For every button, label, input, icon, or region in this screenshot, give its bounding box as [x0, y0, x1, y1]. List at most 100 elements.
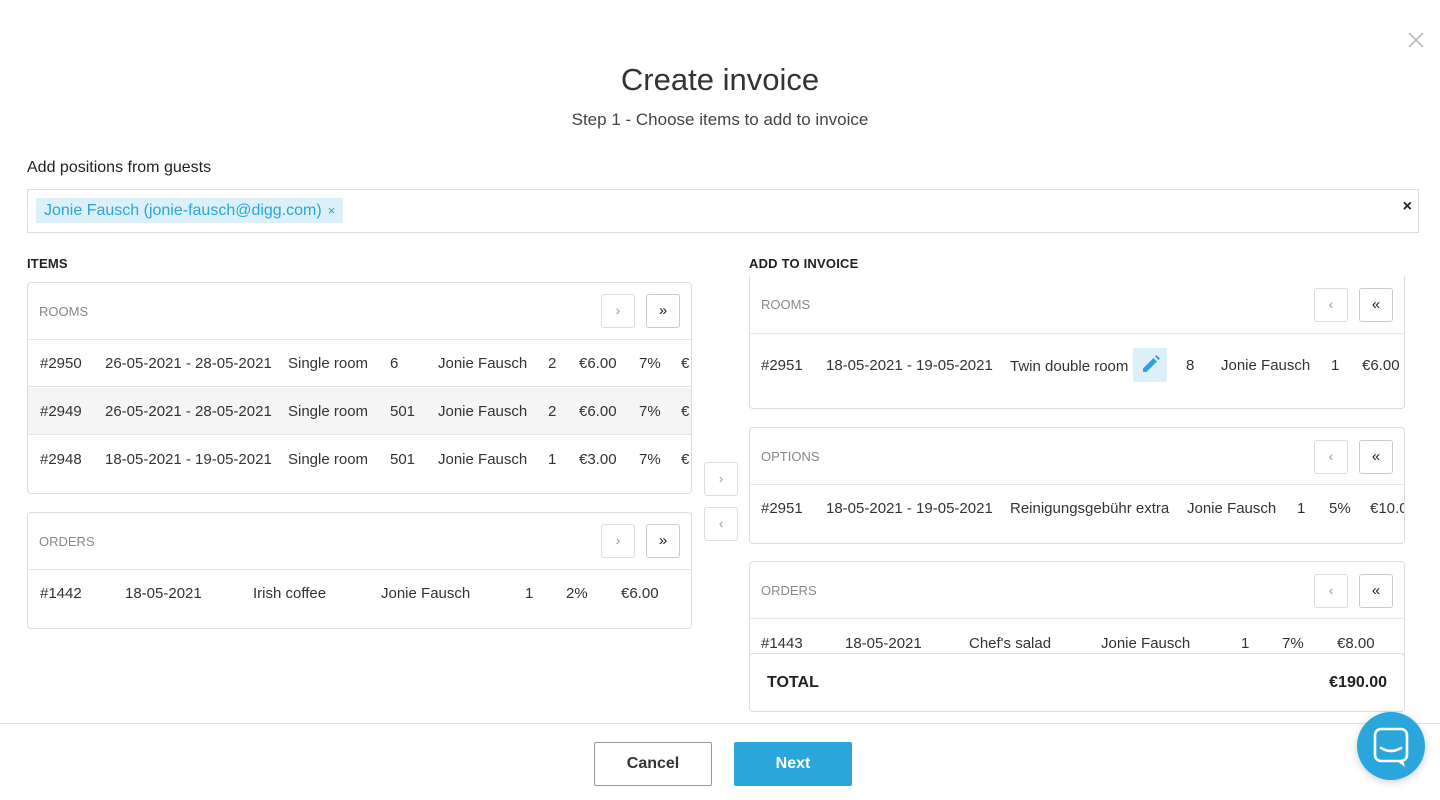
items-rooms-header: ROOMS › »: [28, 283, 691, 340]
row-type: Single room: [288, 451, 369, 468]
row-dates: 18-05-2021 - 19-05-2021: [826, 357, 993, 374]
remove-all-orders-button[interactable]: «: [1359, 574, 1393, 608]
row-qty: 1: [548, 451, 557, 468]
row-qty: 1: [525, 585, 534, 602]
guest-select-field[interactable]: Jonie Fausch (jonie-fausch@digg.com) × ×: [27, 189, 1419, 233]
guests-label: Add positions from guests: [27, 159, 212, 176]
row-total: €: [681, 355, 690, 372]
row-guest: Jonie Fausch: [1221, 357, 1311, 374]
guest-tag-remove-icon[interactable]: ×: [328, 203, 336, 218]
row-guest: Jonie Fausch: [381, 585, 471, 602]
row-guest: Jonie Fausch: [438, 451, 528, 468]
invoice-total-bar: TOTAL €190.00: [749, 653, 1405, 712]
remove-all-rooms-button[interactable]: «: [1359, 288, 1393, 322]
table-row[interactable]: #1442 18-05-2021 Irish coffee Jonie Faus…: [28, 570, 691, 617]
row-total: €: [681, 403, 690, 420]
invoice-rooms-header: ROOMS ‹ «: [750, 276, 1404, 334]
row-id: #2951: [761, 357, 803, 374]
row-price: €10.0: [1370, 500, 1405, 517]
items-rooms-caption: ROOMS: [39, 304, 89, 319]
invoice-section-label: ADD TO INVOICE: [749, 256, 859, 271]
row-tax: 2%: [566, 585, 588, 602]
row-id: #2950: [40, 355, 82, 372]
row-qty: 2: [548, 403, 557, 420]
invoice-orders-header: ORDERS ‹ «: [750, 562, 1404, 619]
row-id: #2949: [40, 403, 82, 420]
items-orders-card: ORDERS › » #1442 18-05-2021 Irish coffee…: [27, 512, 692, 629]
chat-icon: [1373, 727, 1409, 767]
invoice-options-header: OPTIONS ‹ «: [750, 428, 1404, 485]
invoice-rooms-card: ROOMS ‹ « #2951 18-05-2021 - 19-05-2021 …: [749, 276, 1405, 409]
row-item: Reinigungsgebühr extra: [1010, 500, 1170, 517]
row-id: #2951: [761, 500, 803, 517]
row-price: €6.00: [579, 403, 617, 420]
row-room: 501: [390, 403, 416, 420]
row-tax: 7%: [639, 451, 661, 468]
items-rooms-card: ROOMS › » #2950 26-05-2021 - 28-05-2021 …: [27, 282, 692, 494]
invoice-orders-caption: ORDERS: [761, 583, 817, 598]
remove-all-options-button[interactable]: «: [1359, 440, 1393, 474]
items-orders-header: ORDERS › »: [28, 513, 691, 570]
row-date: 18-05-2021: [845, 635, 922, 652]
row-room: 6: [390, 355, 399, 372]
row-guest: Jonie Fausch: [1187, 500, 1277, 517]
remove-order-button[interactable]: ‹: [1314, 574, 1348, 608]
row-qty: 1: [1331, 357, 1340, 374]
row-price: €6.00: [579, 355, 617, 372]
row-dates: 26-05-2021 - 28-05-2021: [105, 403, 272, 420]
footer: Cancel Next: [0, 723, 1440, 800]
row-price: €3.00: [579, 451, 617, 468]
move-all-rooms-right-button[interactable]: »: [646, 294, 680, 328]
invoice-options-card: OPTIONS ‹ « #2951 18-05-2021 - 19-05-202…: [749, 427, 1405, 544]
row-room: 501: [390, 451, 416, 468]
clear-guests-icon[interactable]: ×: [1403, 198, 1412, 216]
close-icon[interactable]: [1404, 28, 1428, 52]
row-qty: 1: [1297, 500, 1306, 517]
row-qty: 1: [1241, 635, 1250, 652]
row-price: €8.00: [1337, 635, 1375, 652]
move-selected-right-button[interactable]: ›: [704, 462, 738, 496]
chat-launcher-button[interactable]: [1357, 712, 1425, 780]
move-room-right-button[interactable]: ›: [601, 294, 635, 328]
table-row[interactable]: #2951 18-05-2021 - 19-05-2021 Reinigungs…: [750, 485, 1404, 532]
row-type: Single room: [288, 403, 369, 420]
row-dates: 18-05-2021 - 19-05-2021: [826, 500, 993, 517]
move-all-orders-right-button[interactable]: »: [646, 524, 680, 558]
row-type: Twin double room: [1010, 358, 1129, 375]
move-order-right-button[interactable]: ›: [601, 524, 635, 558]
row-item: Chef's salad: [969, 635, 1052, 652]
remove-option-button[interactable]: ‹: [1314, 440, 1348, 474]
table-row[interactable]: #2948 18-05-2021 - 19-05-2021 Single roo…: [28, 436, 691, 483]
guest-tag: Jonie Fausch (jonie-fausch@digg.com) ×: [36, 198, 344, 223]
row-tax: 5%: [1329, 500, 1351, 517]
row-tax: 7%: [639, 355, 661, 372]
row-dates: 18-05-2021 - 19-05-2021: [105, 451, 272, 468]
edit-room-button[interactable]: [1133, 348, 1167, 382]
row-tax: 7%: [1282, 635, 1304, 652]
row-dates: 26-05-2021 - 28-05-2021: [105, 355, 272, 372]
row-id: #1442: [40, 585, 82, 602]
cancel-button[interactable]: Cancel: [594, 742, 712, 786]
table-row[interactable]: #2950 26-05-2021 - 28-05-2021 Single roo…: [28, 340, 691, 387]
move-selected-left-button[interactable]: ‹: [704, 507, 738, 541]
row-guest: Jonie Fausch: [438, 403, 528, 420]
row-type: Single room: [288, 355, 369, 372]
items-orders-caption: ORDERS: [39, 534, 95, 549]
table-row[interactable]: #2949 26-05-2021 - 28-05-2021 Single roo…: [28, 388, 691, 435]
row-id: #1443: [761, 635, 803, 652]
table-row[interactable]: #2951 18-05-2021 - 19-05-2021 Twin doubl…: [750, 348, 1404, 398]
next-button[interactable]: Next: [734, 742, 852, 786]
total-value: €190.00: [1329, 674, 1387, 691]
remove-room-button[interactable]: ‹: [1314, 288, 1348, 322]
row-date: 18-05-2021: [125, 585, 202, 602]
row-guest: Jonie Fausch: [438, 355, 528, 372]
page-subtitle: Step 1 - Choose items to add to invoice: [571, 110, 869, 129]
total-label: TOTAL: [767, 674, 819, 691]
row-price: €6.00: [621, 585, 659, 602]
row-price: €6.00: [1362, 357, 1400, 374]
row-total: €: [681, 451, 690, 468]
guest-tag-label: Jonie Fausch (jonie-fausch@digg.com): [44, 202, 322, 219]
invoice-options-caption: OPTIONS: [761, 449, 820, 464]
items-section-label: ITEMS: [27, 256, 68, 271]
row-id: #2948: [40, 451, 82, 468]
